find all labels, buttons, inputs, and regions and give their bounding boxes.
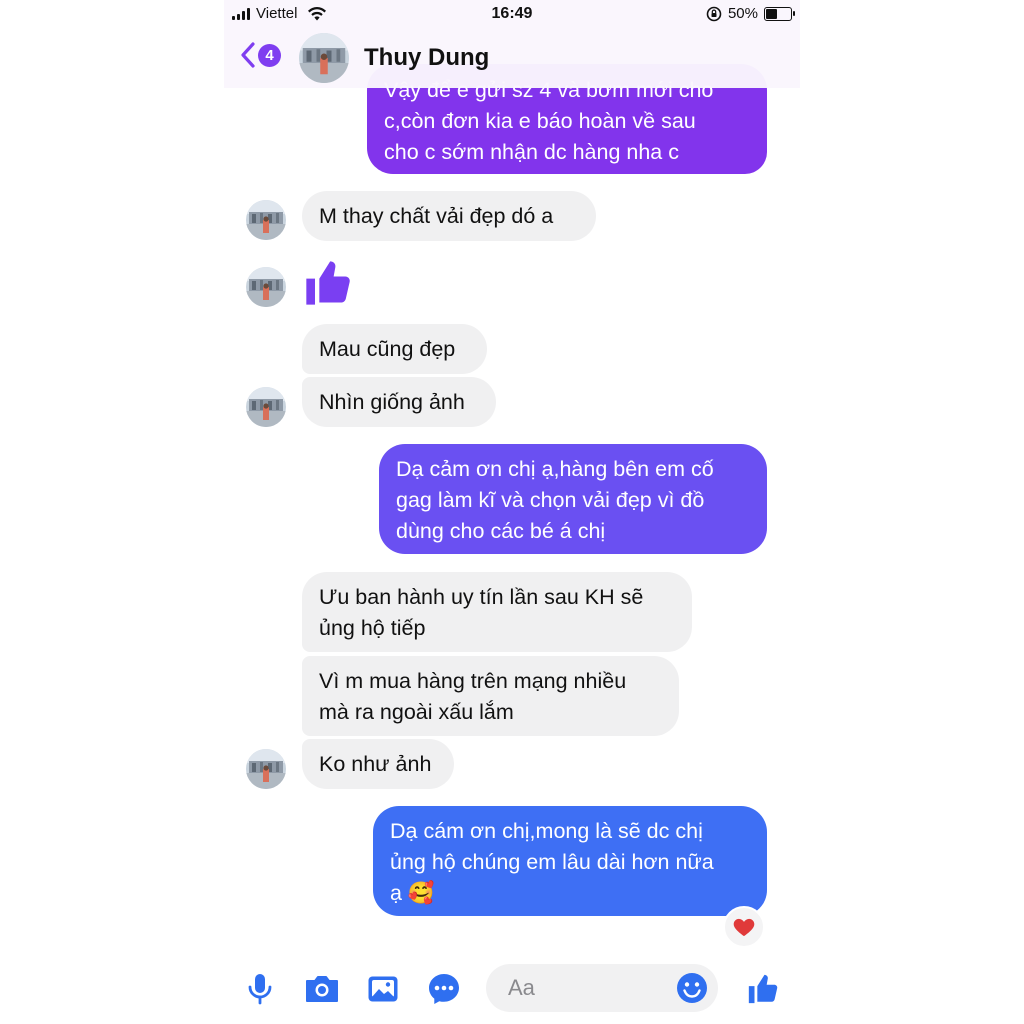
contact-avatar[interactable] (246, 200, 286, 240)
message-text: gag làm kĩ và chọn vải đẹp vì đồ (396, 488, 705, 512)
composer-bar: Aa (224, 958, 800, 1024)
chat-button[interactable] (425, 970, 463, 1008)
message-text: Mau cũng đẹp (319, 337, 456, 361)
status-bar: Viettel 16:49 50% (224, 0, 800, 30)
back-button[interactable]: 4 (240, 41, 281, 69)
message-text: Nhìn giống ảnh (319, 390, 465, 414)
thumbs-up-icon (746, 972, 780, 1006)
battery-percent: 50% (727, 5, 758, 22)
message-text: Vì m mua hàng trên mạng nhiều (319, 669, 627, 693)
message-incoming[interactable]: Mau cũng đẹp (302, 324, 487, 374)
contact-name[interactable]: Thuy Dung (364, 44, 489, 72)
avatar-photo (299, 33, 349, 83)
message-text: dùng cho các bé á chị (396, 519, 606, 543)
message-input-placeholder: Aa (508, 975, 535, 1000)
message-text: cho c sớm nhận dc hàng nha c (384, 140, 679, 164)
avatar-photo (246, 387, 286, 427)
message-text: Ko như ảnh (319, 752, 432, 776)
photo-icon (368, 976, 398, 1002)
camera-button[interactable] (303, 970, 341, 1008)
camera-icon (306, 976, 338, 1002)
contact-avatar[interactable] (246, 267, 286, 307)
message-outgoing[interactable]: Dạ cảm ơn chị ạ,hàng bên em cố gag làm k… (379, 444, 767, 554)
header-avatar[interactable] (299, 33, 349, 83)
battery-icon (764, 6, 795, 21)
rotation-lock-icon (706, 6, 722, 21)
message-text: ủng hộ chúng em lâu dài hơn nữa (390, 850, 714, 874)
photo-button[interactable] (364, 970, 402, 1008)
message-incoming[interactable]: Ko như ảnh (302, 739, 454, 789)
message-text: ủng hộ tiếp (319, 616, 426, 640)
message-incoming[interactable]: Ưu ban hành uy tín lần sau KH sẽ ủng hộ … (302, 572, 692, 652)
chat-header: 4 Thuy Dung (224, 30, 800, 88)
unread-count-badge: 4 (258, 43, 281, 67)
thumbs-up-sticker-icon[interactable] (302, 256, 354, 310)
message-incoming[interactable]: Nhìn giống ảnh (302, 377, 496, 427)
message-text: M thay chất vải đẹp dó a (319, 204, 554, 228)
message-incoming[interactable]: M thay chất vải đẹp dó a (302, 191, 596, 241)
contact-avatar[interactable] (246, 749, 286, 789)
avatar-photo (246, 200, 286, 240)
message-incoming[interactable]: Vì m mua hàng trên mạng nhiều mà ra ngoà… (302, 656, 679, 736)
status-right: 50% (706, 5, 795, 22)
message-text: Dạ cảm ơn chị ạ,hàng bên em cố (396, 457, 714, 481)
chat-bubble-icon (429, 974, 459, 1004)
message-text: Ưu ban hành uy tín lần sau KH sẽ (319, 585, 644, 609)
chevron-left-icon (241, 42, 255, 68)
heart-icon (733, 918, 755, 937)
avatar-photo (246, 267, 286, 307)
message-outgoing[interactable]: Dạ cám ơn chị,mong là sẽ dc chị ủng hộ c… (373, 806, 767, 916)
messenger-screen: Viettel 16:49 50% Vậy để e gửi sz 4 và b… (224, 0, 800, 1024)
microphone-button[interactable] (241, 970, 279, 1008)
heart-reaction[interactable] (723, 906, 765, 948)
message-text: c,còn đơn kia e báo hoàn về sau (384, 109, 696, 133)
avatar-photo (246, 749, 286, 789)
emoji-icon[interactable] (676, 972, 708, 1004)
message-input[interactable]: Aa (486, 964, 718, 1012)
like-button[interactable] (744, 970, 782, 1008)
contact-avatar[interactable] (246, 387, 286, 427)
message-text: mà ra ngoài xấu lắm (319, 700, 514, 724)
message-text: ạ 🥰 (390, 881, 435, 905)
microphone-icon (248, 974, 272, 1005)
message-text: Dạ cám ơn chị,mong là sẽ dc chị (390, 819, 703, 843)
